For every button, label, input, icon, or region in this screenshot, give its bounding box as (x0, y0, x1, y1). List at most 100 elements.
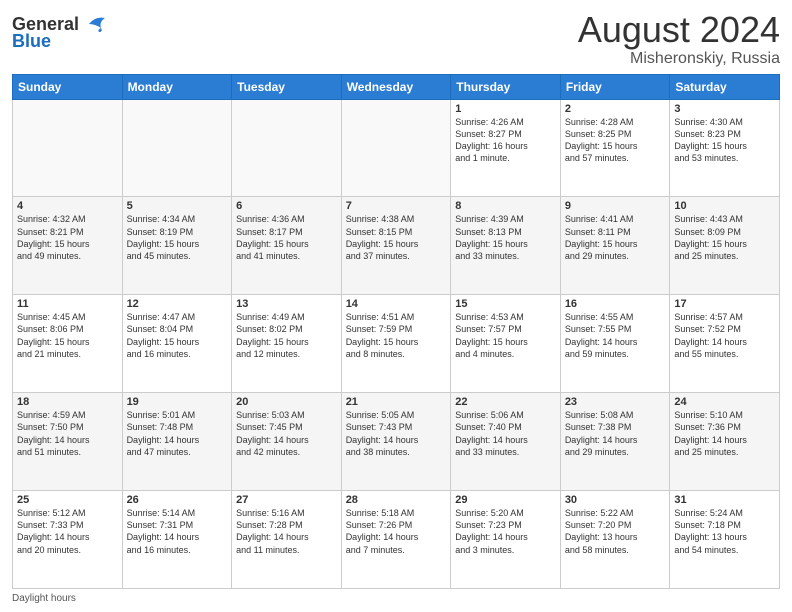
week-row-4: 18Sunrise: 4:59 AM Sunset: 7:50 PM Dayli… (13, 393, 780, 491)
day-number: 9 (565, 200, 666, 212)
day-number: 17 (674, 298, 775, 310)
day-number: 30 (565, 494, 666, 506)
day-cell: 11Sunrise: 4:45 AM Sunset: 8:06 PM Dayli… (13, 295, 123, 393)
day-cell: 6Sunrise: 4:36 AM Sunset: 8:17 PM Daylig… (232, 197, 342, 295)
day-info: Sunrise: 5:08 AM Sunset: 7:38 PM Dayligh… (565, 409, 666, 458)
day-number: 1 (455, 103, 556, 115)
day-cell: 30Sunrise: 5:22 AM Sunset: 7:20 PM Dayli… (560, 491, 670, 589)
day-number: 24 (674, 396, 775, 408)
day-cell (341, 99, 451, 197)
day-cell (232, 99, 342, 197)
day-cell: 18Sunrise: 4:59 AM Sunset: 7:50 PM Dayli… (13, 393, 123, 491)
col-header-monday: Monday (122, 74, 232, 99)
day-info: Sunrise: 4:59 AM Sunset: 7:50 PM Dayligh… (17, 409, 118, 458)
day-number: 31 (674, 494, 775, 506)
day-number: 5 (127, 200, 228, 212)
day-number: 6 (236, 200, 337, 212)
day-number: 19 (127, 396, 228, 408)
day-cell: 28Sunrise: 5:18 AM Sunset: 7:26 PM Dayli… (341, 491, 451, 589)
footer: Daylight hours (12, 593, 780, 604)
day-cell: 25Sunrise: 5:12 AM Sunset: 7:33 PM Dayli… (13, 491, 123, 589)
day-cell: 5Sunrise: 4:34 AM Sunset: 8:19 PM Daylig… (122, 197, 232, 295)
day-cell: 24Sunrise: 5:10 AM Sunset: 7:36 PM Dayli… (670, 393, 780, 491)
week-row-1: 1Sunrise: 4:26 AM Sunset: 8:27 PM Daylig… (13, 99, 780, 197)
day-cell: 29Sunrise: 5:20 AM Sunset: 7:23 PM Dayli… (451, 491, 561, 589)
day-number: 16 (565, 298, 666, 310)
day-number: 27 (236, 494, 337, 506)
day-number: 22 (455, 396, 556, 408)
day-info: Sunrise: 4:38 AM Sunset: 8:15 PM Dayligh… (346, 213, 447, 262)
header: General Blue August 2024 Misheronskiy, R… (12, 10, 780, 68)
day-info: Sunrise: 4:30 AM Sunset: 8:23 PM Dayligh… (674, 116, 775, 165)
col-header-saturday: Saturday (670, 74, 780, 99)
day-number: 4 (17, 200, 118, 212)
day-number: 2 (565, 103, 666, 115)
day-cell: 8Sunrise: 4:39 AM Sunset: 8:13 PM Daylig… (451, 197, 561, 295)
day-info: Sunrise: 4:41 AM Sunset: 8:11 PM Dayligh… (565, 213, 666, 262)
logo: General Blue (12, 14, 107, 52)
day-info: Sunrise: 4:36 AM Sunset: 8:17 PM Dayligh… (236, 213, 337, 262)
location-title: Misheronskiy, Russia (578, 50, 780, 68)
day-info: Sunrise: 4:53 AM Sunset: 7:57 PM Dayligh… (455, 311, 556, 360)
page: General Blue August 2024 Misheronskiy, R… (0, 0, 792, 612)
day-number: 14 (346, 298, 447, 310)
day-info: Sunrise: 5:10 AM Sunset: 7:36 PM Dayligh… (674, 409, 775, 458)
day-info: Sunrise: 4:28 AM Sunset: 8:25 PM Dayligh… (565, 116, 666, 165)
day-number: 11 (17, 298, 118, 310)
day-info: Sunrise: 4:49 AM Sunset: 8:02 PM Dayligh… (236, 311, 337, 360)
month-title: August 2024 (578, 10, 780, 50)
day-info: Sunrise: 5:05 AM Sunset: 7:43 PM Dayligh… (346, 409, 447, 458)
day-cell: 12Sunrise: 4:47 AM Sunset: 8:04 PM Dayli… (122, 295, 232, 393)
calendar-table: SundayMondayTuesdayWednesdayThursdayFrid… (12, 74, 780, 589)
day-number: 3 (674, 103, 775, 115)
day-number: 29 (455, 494, 556, 506)
day-cell: 14Sunrise: 4:51 AM Sunset: 7:59 PM Dayli… (341, 295, 451, 393)
day-number: 18 (17, 396, 118, 408)
day-cell: 19Sunrise: 5:01 AM Sunset: 7:48 PM Dayli… (122, 393, 232, 491)
day-info: Sunrise: 5:14 AM Sunset: 7:31 PM Dayligh… (127, 507, 228, 556)
day-number: 21 (346, 396, 447, 408)
logo-blue-text: Blue (12, 31, 51, 52)
day-info: Sunrise: 5:06 AM Sunset: 7:40 PM Dayligh… (455, 409, 556, 458)
day-cell: 10Sunrise: 4:43 AM Sunset: 8:09 PM Dayli… (670, 197, 780, 295)
day-info: Sunrise: 5:03 AM Sunset: 7:45 PM Dayligh… (236, 409, 337, 458)
header-row: SundayMondayTuesdayWednesdayThursdayFrid… (13, 74, 780, 99)
day-cell: 15Sunrise: 4:53 AM Sunset: 7:57 PM Dayli… (451, 295, 561, 393)
day-cell: 2Sunrise: 4:28 AM Sunset: 8:25 PM Daylig… (560, 99, 670, 197)
logo-bird-icon (81, 14, 107, 34)
title-block: August 2024 Misheronskiy, Russia (578, 10, 780, 68)
col-header-sunday: Sunday (13, 74, 123, 99)
day-info: Sunrise: 5:16 AM Sunset: 7:28 PM Dayligh… (236, 507, 337, 556)
day-number: 20 (236, 396, 337, 408)
day-cell: 31Sunrise: 5:24 AM Sunset: 7:18 PM Dayli… (670, 491, 780, 589)
day-cell: 22Sunrise: 5:06 AM Sunset: 7:40 PM Dayli… (451, 393, 561, 491)
day-cell: 3Sunrise: 4:30 AM Sunset: 8:23 PM Daylig… (670, 99, 780, 197)
day-cell: 21Sunrise: 5:05 AM Sunset: 7:43 PM Dayli… (341, 393, 451, 491)
day-number: 23 (565, 396, 666, 408)
day-info: Sunrise: 4:26 AM Sunset: 8:27 PM Dayligh… (455, 116, 556, 165)
col-header-wednesday: Wednesday (341, 74, 451, 99)
col-header-thursday: Thursday (451, 74, 561, 99)
day-info: Sunrise: 4:32 AM Sunset: 8:21 PM Dayligh… (17, 213, 118, 262)
day-number: 26 (127, 494, 228, 506)
day-info: Sunrise: 5:22 AM Sunset: 7:20 PM Dayligh… (565, 507, 666, 556)
day-info: Sunrise: 5:01 AM Sunset: 7:48 PM Dayligh… (127, 409, 228, 458)
day-cell: 20Sunrise: 5:03 AM Sunset: 7:45 PM Dayli… (232, 393, 342, 491)
day-cell: 13Sunrise: 4:49 AM Sunset: 8:02 PM Dayli… (232, 295, 342, 393)
col-header-tuesday: Tuesday (232, 74, 342, 99)
day-cell: 9Sunrise: 4:41 AM Sunset: 8:11 PM Daylig… (560, 197, 670, 295)
day-info: Sunrise: 4:39 AM Sunset: 8:13 PM Dayligh… (455, 213, 556, 262)
day-info: Sunrise: 5:12 AM Sunset: 7:33 PM Dayligh… (17, 507, 118, 556)
day-number: 15 (455, 298, 556, 310)
day-cell: 23Sunrise: 5:08 AM Sunset: 7:38 PM Dayli… (560, 393, 670, 491)
col-header-friday: Friday (560, 74, 670, 99)
week-row-3: 11Sunrise: 4:45 AM Sunset: 8:06 PM Dayli… (13, 295, 780, 393)
day-cell (122, 99, 232, 197)
day-info: Sunrise: 5:24 AM Sunset: 7:18 PM Dayligh… (674, 507, 775, 556)
day-info: Sunrise: 4:34 AM Sunset: 8:19 PM Dayligh… (127, 213, 228, 262)
day-number: 28 (346, 494, 447, 506)
day-info: Sunrise: 5:20 AM Sunset: 7:23 PM Dayligh… (455, 507, 556, 556)
day-cell: 16Sunrise: 4:55 AM Sunset: 7:55 PM Dayli… (560, 295, 670, 393)
day-number: 13 (236, 298, 337, 310)
day-number: 8 (455, 200, 556, 212)
